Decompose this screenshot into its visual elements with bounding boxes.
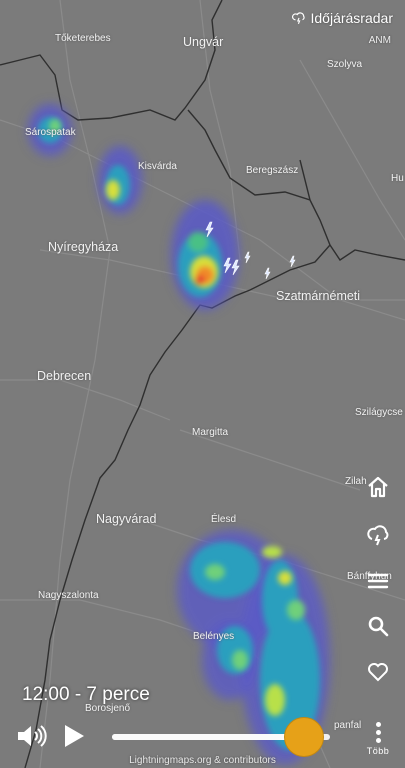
place-label-nyiregyhaza: Nyíregyháza bbox=[48, 240, 119, 254]
place-label-kisvarda: Kisvárda bbox=[138, 161, 177, 172]
place-label-szatmarnemeti: Szatmárnémeti bbox=[276, 289, 361, 303]
place-label-margitta: Margitta bbox=[192, 427, 229, 438]
place-label-szilagycseh: Szilágycse bbox=[355, 407, 403, 418]
place-label-belenyes: Belényes bbox=[193, 631, 235, 642]
place-label-topanfalva: panfal bbox=[334, 720, 362, 731]
place-label-nagyvarad: Nagyvárad bbox=[96, 512, 157, 526]
home-icon bbox=[368, 476, 388, 498]
home-button[interactable] bbox=[363, 472, 393, 502]
radar-map[interactable] bbox=[0, 0, 405, 768]
speaker-icon bbox=[18, 725, 47, 747]
place-label-ungvar: Ungvár bbox=[183, 35, 224, 49]
place-label-debrecen: Debrecen bbox=[37, 369, 92, 383]
search-icon bbox=[368, 616, 389, 637]
time-label: 12:00 - 7 perce bbox=[22, 684, 150, 705]
weather-radar-link[interactable]: Időjárásradar bbox=[291, 10, 394, 26]
search-button[interactable] bbox=[363, 611, 393, 641]
place-label-nagyszalonta: Nagyszalonta bbox=[38, 590, 99, 601]
play-button[interactable] bbox=[60, 722, 88, 750]
timeline-thumb[interactable] bbox=[283, 717, 324, 757]
play-icon bbox=[65, 725, 84, 747]
more-icon bbox=[375, 722, 381, 743]
map-app: Tőketerebes Ungvár Szolyva Sárospatak Ki… bbox=[0, 0, 405, 768]
heart-icon bbox=[368, 663, 388, 682]
place-label-beregszasz: Beregszász bbox=[246, 165, 299, 176]
place-label-szolyva: Szolyva bbox=[327, 59, 363, 70]
menu-icon bbox=[367, 573, 389, 589]
menu-button[interactable] bbox=[363, 566, 393, 596]
map-attribution[interactable]: Lightningmaps.org & contributors bbox=[0, 755, 405, 766]
storm-cloud-icon bbox=[291, 12, 305, 25]
place-label-elesd: Élesd bbox=[211, 514, 237, 525]
more-button[interactable]: Több bbox=[363, 720, 393, 756]
timeline-progress bbox=[112, 734, 304, 740]
favorites-button[interactable] bbox=[363, 657, 393, 687]
weather-radar-label: Időjárásradar bbox=[310, 10, 394, 26]
place-label-hu: Hu bbox=[391, 173, 404, 184]
sound-button[interactable] bbox=[16, 722, 48, 750]
weather-layer-button[interactable] bbox=[363, 520, 393, 550]
radar-provider-label: ANM bbox=[368, 35, 391, 46]
storm-cloud-icon bbox=[367, 525, 389, 546]
place-label-sarospatak: Sárospatak bbox=[25, 127, 76, 138]
place-label-toketerebes: Tőketerebes bbox=[55, 33, 111, 44]
